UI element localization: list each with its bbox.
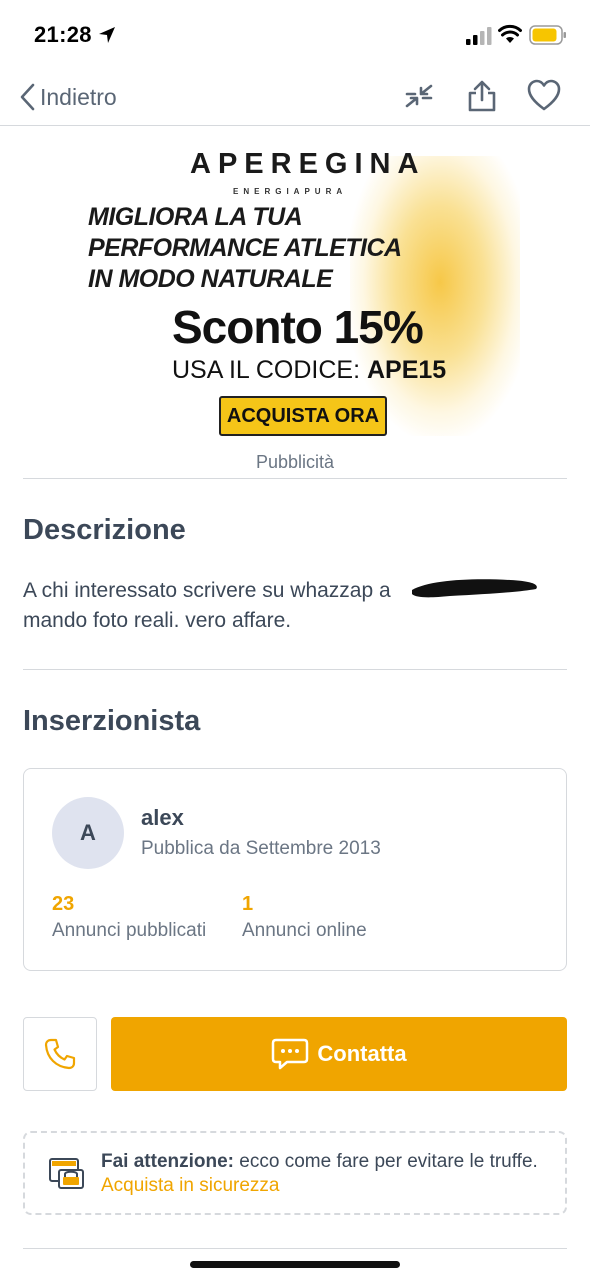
seller-name: alex — [141, 805, 184, 830]
cellular-signal-icon — [466, 27, 492, 45]
ad-logo-subtitle: ENERGIAPURA — [233, 187, 348, 196]
ad-runner-illustration — [350, 156, 520, 436]
ad-banner[interactable]: APEREGINA ENERGIAPURA MIGLIORA LA TUA PE… — [80, 126, 520, 446]
share-icon[interactable] — [464, 78, 500, 114]
home-indicator — [190, 1261, 400, 1268]
description-title: Descrizione — [23, 514, 186, 546]
phone-icon — [44, 1038, 76, 1070]
chat-bubble-icon — [272, 1038, 309, 1070]
divider — [23, 478, 567, 479]
ad-label: Pubblicità — [255, 452, 335, 472]
published-ads-label: Annunci pubblicati — [52, 920, 207, 941]
nav-bar: Indietro — [0, 70, 590, 126]
contact-button[interactable]: Contatta — [111, 1017, 567, 1091]
safe-purchase-link[interactable]: Acquista in sicurezza — [101, 1175, 279, 1197]
status-time: 21:28 — [34, 22, 92, 47]
back-label: Indietro — [40, 83, 117, 110]
warning-rest: ecco come fare per evitare le truffe. — [234, 1151, 538, 1172]
ad-code: APE15 — [366, 356, 447, 384]
chevron-left-icon — [20, 83, 35, 111]
online-ads-label: Annunci online — [242, 920, 367, 941]
compare-arrows-icon[interactable] — [401, 78, 437, 114]
avatar: A — [52, 797, 124, 869]
published-ads-count: 23 — [52, 893, 75, 915]
call-button[interactable] — [23, 1017, 97, 1091]
seller-card[interactable]: A alex Pubblica da Settembre 2013 23 Ann… — [23, 768, 567, 971]
heart-icon[interactable] — [526, 78, 562, 114]
divider — [23, 669, 567, 670]
warning-text: Fai attenzione: ecco come fare per evita… — [101, 1151, 538, 1173]
ad-code-line: USA IL CODICE: APE15 — [172, 356, 446, 385]
contact-label: Contatta — [317, 1041, 407, 1066]
back-button[interactable]: Indietro — [18, 80, 117, 114]
warning-bold: Fai attenzione: — [101, 1151, 235, 1172]
status-bar: 21:28 — [0, 0, 590, 70]
safety-warning: Fai attenzione: ecco come fare per evita… — [23, 1131, 567, 1215]
ad-logo: APEREGINA — [190, 148, 426, 180]
divider — [23, 1248, 567, 1249]
seller-since: Pubblica da Settembre 2013 — [141, 838, 381, 859]
wifi-icon — [498, 24, 522, 43]
ad-headline-line: IN MODO NATURALE — [88, 265, 333, 293]
ad-headline-line: PERFORMANCE ATLETICA — [88, 234, 402, 262]
ad-code-prefix: USA IL CODICE: — [172, 356, 361, 384]
battery-icon — [529, 25, 566, 45]
ad-headline-line: MIGLIORA LA TUA — [88, 203, 303, 231]
online-ads-count: 1 — [242, 893, 254, 915]
redaction-scribble — [412, 579, 537, 598]
seller-section-title: Inserzionista — [23, 705, 201, 737]
description-line-1: A chi interessato scrivere su whazzap a — [23, 579, 391, 602]
ad-discount: Sconto 15% — [172, 301, 424, 353]
ad-headline: MIGLIORA LA TUA PERFORMANCE ATLETICA IN … — [88, 202, 402, 295]
location-arrow-icon — [99, 27, 115, 43]
secure-purchase-icon — [49, 1158, 84, 1189]
description-line-2: mando foto reali. vero affare. — [23, 609, 292, 632]
ad-buy-now-button[interactable]: ACQUISTA ORA — [219, 396, 387, 436]
